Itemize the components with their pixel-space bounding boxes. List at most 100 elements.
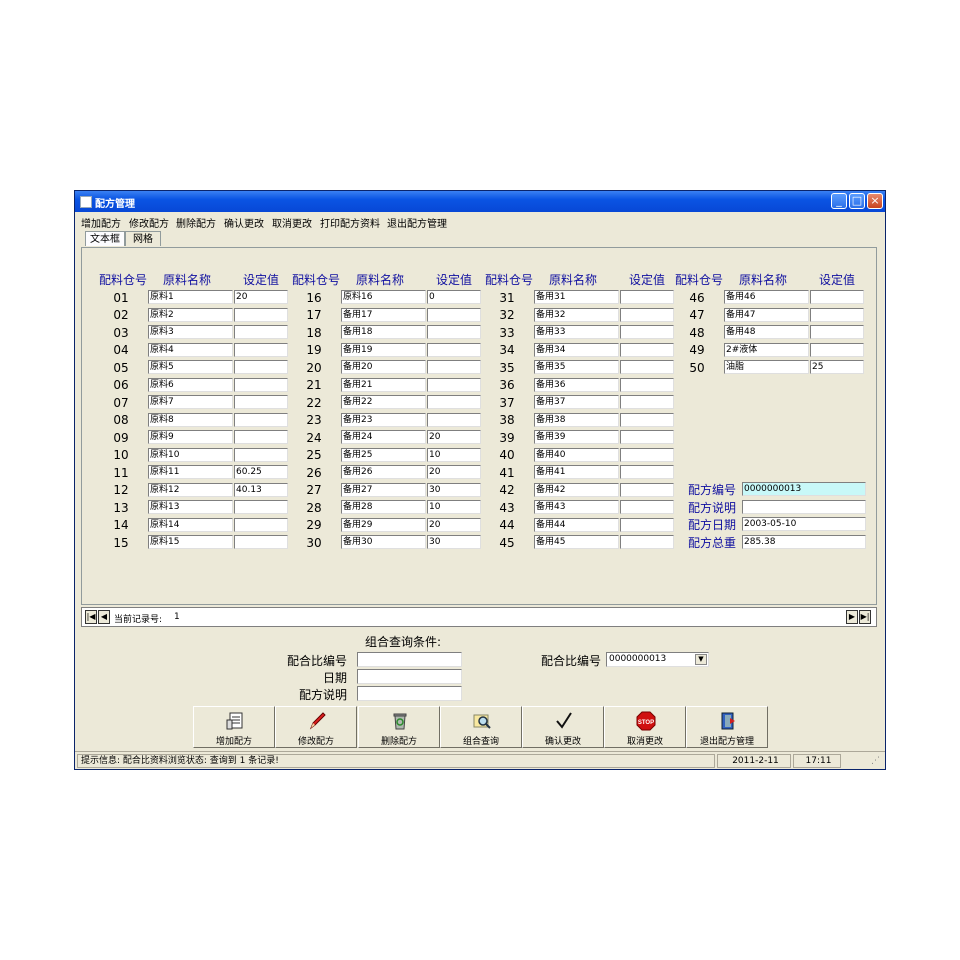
set-value-field[interactable]: 25 (810, 360, 864, 374)
material-name-field[interactable]: 原料10 (148, 447, 233, 462)
menu-edit-recipe[interactable]: 修改配方 (129, 215, 169, 230)
material-name-field[interactable]: 备用19 (341, 342, 426, 357)
menu-print-recipe[interactable]: 打印配方资料 (320, 215, 380, 230)
material-name-field[interactable]: 备用30 (341, 535, 426, 549)
material-name-field[interactable]: 备用47 (724, 307, 809, 322)
set-value-field[interactable] (620, 482, 674, 497)
menu-confirm-change[interactable]: 确认更改 (224, 215, 264, 230)
set-value-field[interactable] (620, 325, 674, 339)
set-value-field[interactable] (234, 517, 288, 532)
recipe-total-weight-field[interactable]: 285.38 (742, 534, 866, 549)
recipe-id-field[interactable]: 0000000013 (742, 482, 866, 496)
set-value-field[interactable] (810, 290, 864, 304)
set-value-field[interactable] (427, 307, 481, 322)
material-name-field[interactable]: 备用20 (341, 360, 426, 374)
set-value-field[interactable] (620, 430, 674, 444)
menu-delete-recipe[interactable]: 删除配方 (176, 215, 216, 230)
minimize-button[interactable]: _ (831, 193, 847, 209)
prev-record-button[interactable]: ◀ (98, 610, 110, 624)
menu-cancel-change[interactable]: 取消更改 (272, 215, 312, 230)
set-value-field[interactable] (234, 500, 288, 514)
first-record-button[interactable]: |◀ (85, 610, 97, 624)
material-name-field[interactable]: 备用31 (534, 290, 619, 304)
material-name-field[interactable]: 备用37 (534, 395, 619, 409)
set-value-field[interactable]: 30 (427, 535, 481, 549)
set-value-field[interactable]: 40.13 (234, 482, 288, 497)
set-value-field[interactable] (234, 360, 288, 374)
set-value-field[interactable] (234, 325, 288, 339)
material-name-field[interactable]: 原料7 (148, 395, 233, 409)
set-value-field[interactable] (620, 307, 674, 322)
material-name-field[interactable]: 原料15 (148, 535, 233, 549)
set-value-field[interactable] (427, 377, 481, 392)
set-value-field[interactable]: 10 (427, 447, 481, 462)
set-value-field[interactable] (234, 430, 288, 444)
material-name-field[interactable]: 备用25 (341, 447, 426, 462)
menu-add-recipe[interactable]: 增加配方 (81, 215, 121, 230)
material-name-field[interactable]: 2#液体 (724, 342, 809, 357)
set-value-field[interactable]: 0 (427, 290, 481, 304)
query-desc-input[interactable] (357, 686, 462, 701)
next-record-button[interactable]: ▶ (846, 610, 858, 624)
set-value-field[interactable] (620, 360, 674, 374)
set-value-field[interactable] (234, 395, 288, 409)
set-value-field[interactable] (234, 447, 288, 462)
set-value-field[interactable] (620, 500, 674, 514)
combined-query-button[interactable]: 组合查询 (440, 706, 522, 748)
material-name-field[interactable]: 原料8 (148, 412, 233, 427)
material-name-field[interactable]: 备用23 (341, 412, 426, 427)
set-value-field[interactable] (620, 290, 674, 304)
recipe-date-field[interactable]: 2003-05-10 (742, 517, 866, 531)
material-name-field[interactable]: 备用48 (724, 325, 809, 339)
material-name-field[interactable]: 备用22 (341, 395, 426, 409)
material-name-field[interactable]: 备用35 (534, 360, 619, 374)
set-value-field[interactable]: 20 (427, 430, 481, 444)
set-value-field[interactable] (810, 342, 864, 357)
query-ratio-input[interactable] (357, 652, 462, 667)
set-value-field[interactable] (234, 535, 288, 549)
close-button[interactable]: × (867, 193, 883, 209)
material-name-field[interactable]: 原料12 (148, 482, 233, 497)
set-value-field[interactable] (620, 535, 674, 549)
material-name-field[interactable]: 原料2 (148, 307, 233, 322)
material-name-field[interactable]: 备用26 (341, 465, 426, 479)
material-name-field[interactable]: 备用41 (534, 465, 619, 479)
confirm-change-button[interactable]: 确认更改 (522, 706, 604, 748)
set-value-field[interactable] (620, 465, 674, 479)
material-name-field[interactable]: 原料13 (148, 500, 233, 514)
tab-textbox[interactable]: 文本框 (85, 231, 125, 246)
query-date-input[interactable] (357, 669, 462, 684)
material-name-field[interactable]: 原料6 (148, 377, 233, 392)
material-name-field[interactable]: 原料1 (148, 290, 233, 304)
material-name-field[interactable]: 原料9 (148, 430, 233, 444)
material-name-field[interactable]: 备用38 (534, 412, 619, 427)
material-name-field[interactable]: 原料14 (148, 517, 233, 532)
menu-exit[interactable]: 退出配方管理 (387, 215, 447, 230)
set-value-field[interactable] (234, 342, 288, 357)
material-name-field[interactable]: 备用21 (341, 377, 426, 392)
set-value-field[interactable] (620, 412, 674, 427)
set-value-field[interactable] (620, 517, 674, 532)
material-name-field[interactable]: 油脂 (724, 360, 809, 374)
ratio-select[interactable]: 0000000013 ▼ (606, 652, 709, 667)
maximize-button[interactable]: □ (849, 193, 865, 209)
resize-grip-icon[interactable]: ⋰ (871, 756, 883, 768)
material-name-field[interactable]: 备用42 (534, 482, 619, 497)
material-name-field[interactable]: 备用28 (341, 500, 426, 514)
set-value-field[interactable] (234, 412, 288, 427)
set-value-field[interactable] (427, 325, 481, 339)
material-name-field[interactable]: 备用29 (341, 517, 426, 532)
material-name-field[interactable]: 备用36 (534, 377, 619, 392)
last-record-button[interactable]: ▶| (859, 610, 871, 624)
material-name-field[interactable]: 备用24 (341, 430, 426, 444)
set-value-field[interactable] (427, 360, 481, 374)
material-name-field[interactable]: 备用45 (534, 535, 619, 549)
material-name-field[interactable]: 原料5 (148, 360, 233, 374)
material-name-field[interactable]: 备用18 (341, 325, 426, 339)
material-name-field[interactable]: 原料3 (148, 325, 233, 339)
material-name-field[interactable]: 备用32 (534, 307, 619, 322)
material-name-field[interactable]: 备用27 (341, 482, 426, 497)
material-name-field[interactable]: 备用33 (534, 325, 619, 339)
set-value-field[interactable] (427, 412, 481, 427)
set-value-field[interactable]: 20 (427, 517, 481, 532)
